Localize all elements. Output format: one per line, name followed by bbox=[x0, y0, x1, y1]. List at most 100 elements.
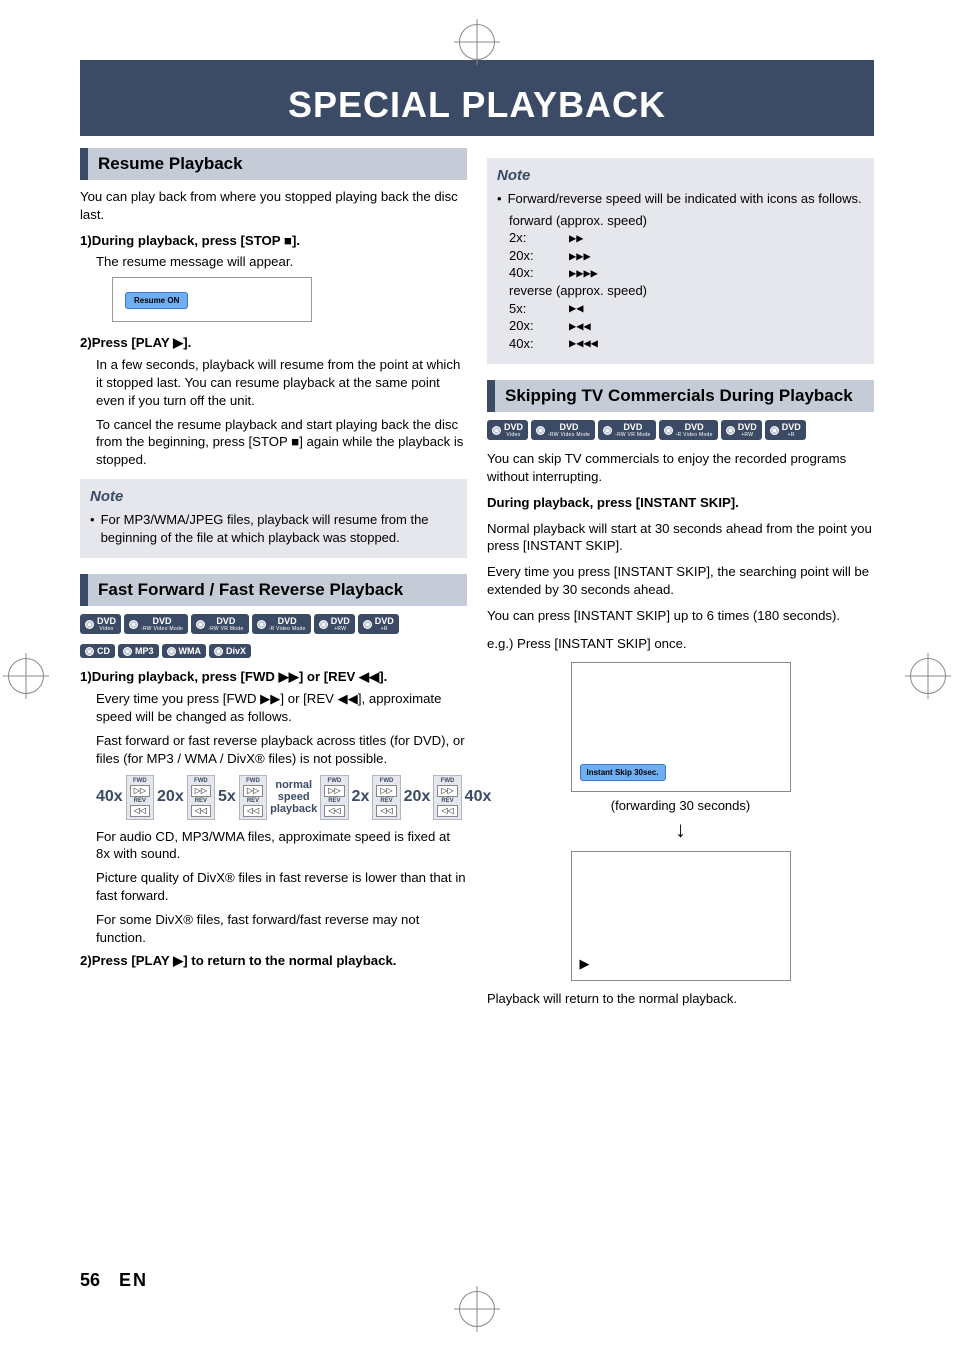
speed-value: 20x bbox=[404, 788, 431, 806]
badge-label: DivX bbox=[226, 647, 246, 656]
page-title: SPECIAL PLAYBACK bbox=[80, 78, 874, 136]
rev-label: REV bbox=[195, 798, 207, 804]
resume-osd-display: Resume ON bbox=[112, 277, 312, 322]
fwd-button-icon: ▷▷ bbox=[191, 785, 211, 797]
rev-button-icon: ◁◁ bbox=[130, 805, 150, 817]
media-badge: DVD-RW VR Mode bbox=[191, 614, 248, 634]
speed-indicator-row: 2x: ▶▶ bbox=[509, 229, 864, 247]
media-badge: WMA bbox=[162, 644, 207, 658]
speed-value: 20x bbox=[157, 788, 184, 806]
badge-label: DVD+RW bbox=[738, 423, 757, 438]
return-caption: Playback will return to the normal playb… bbox=[487, 991, 874, 1006]
badge-label: DVD+R bbox=[375, 617, 394, 632]
instant-skip-badge: Instant Skip 30sec. bbox=[580, 764, 666, 781]
speed-level-label: 40x: bbox=[509, 335, 551, 353]
fwd-button-icon: ▷▷ bbox=[324, 785, 344, 797]
reverse-speed-label: reverse (approx. speed) bbox=[509, 282, 864, 300]
speed-level-label: 5x: bbox=[509, 300, 551, 318]
media-badge: DVD+R bbox=[358, 614, 399, 634]
speed-value: 5x bbox=[218, 788, 236, 806]
rev-button-icon: ◁◁ bbox=[376, 805, 396, 817]
page-number: 56 bbox=[80, 1270, 100, 1290]
rev-label: REV bbox=[441, 798, 453, 804]
media-badge: DivX bbox=[209, 644, 251, 658]
fwd-button-icon: ▷▷ bbox=[437, 785, 457, 797]
forward-speed-label: forward (approx. speed) bbox=[509, 212, 864, 230]
disc-icon bbox=[726, 426, 735, 435]
media-badge: DVDVideo bbox=[487, 420, 528, 440]
fwd-rev-button-stack: FWD▷▷REV◁◁ bbox=[372, 775, 400, 819]
badge-label: DVD-R Video Mode bbox=[269, 617, 306, 632]
speed-indicator-row: 5x:▶◀ bbox=[509, 300, 864, 318]
badge-label: WMA bbox=[179, 647, 202, 656]
speed-arrows-icon: ▶◀◀ bbox=[569, 318, 591, 334]
speed-value: 2x bbox=[352, 788, 370, 806]
step-detail: In a few seconds, playback will resume f… bbox=[96, 356, 467, 409]
rev-button-icon: ◁◁ bbox=[243, 805, 263, 817]
resume-on-badge: Resume ON bbox=[125, 292, 188, 309]
step-detail: Every time you press [INSTANT SKIP], the… bbox=[487, 563, 874, 599]
section-skip-header: Skipping TV Commercials During Playback bbox=[487, 380, 874, 412]
note-title: Note bbox=[90, 487, 457, 507]
disc-icon bbox=[664, 426, 673, 435]
step-number: 1) bbox=[80, 232, 92, 250]
osd-screen-before: Instant Skip 30sec. bbox=[571, 662, 791, 792]
note-box: Note • Forward/reverse speed will be ind… bbox=[487, 158, 874, 364]
disc-icon bbox=[536, 426, 545, 435]
rev-label: REV bbox=[134, 798, 146, 804]
media-badge: DVD+R bbox=[765, 420, 806, 440]
disc-icon bbox=[319, 620, 328, 629]
disc-icon bbox=[770, 426, 779, 435]
down-arrow-icon: ↓ bbox=[487, 819, 874, 841]
media-badges-row: DVDVideo DVD-RW Video Mode DVD-RW VR Mode D… bbox=[80, 614, 467, 634]
fwd-label: FWD bbox=[194, 778, 208, 784]
page-language: EN bbox=[119, 1270, 148, 1290]
speed-indicator-row: 40x:▶◀◀◀ bbox=[509, 335, 864, 353]
media-badges-row: CD MP3 WMA DivX bbox=[80, 644, 467, 658]
badge-label: DVD+RW bbox=[331, 617, 350, 632]
badge-label: CD bbox=[97, 647, 110, 656]
media-badge: DVDVideo bbox=[80, 614, 121, 634]
badge-label: DVD-RW VR Mode bbox=[208, 617, 243, 632]
media-badge: DVD-R Video Mode bbox=[659, 420, 718, 440]
rev-label: REV bbox=[328, 798, 340, 804]
speed-level-label: 2x: bbox=[509, 229, 551, 247]
fwd-label: FWD bbox=[133, 778, 147, 784]
disc-icon bbox=[123, 647, 132, 656]
disc-icon bbox=[129, 620, 138, 629]
note-intro: Forward/reverse speed will be indicated … bbox=[508, 190, 864, 208]
speed-center-label: normalspeedplayback bbox=[270, 779, 317, 815]
disc-icon bbox=[85, 620, 94, 629]
fwd-button-icon: ▷▷ bbox=[130, 785, 150, 797]
speed-level-label: 20x: bbox=[509, 317, 551, 335]
badge-label: DVDVideo bbox=[97, 617, 116, 632]
fwd-rev-button-stack: FWD▷▷REV◁◁ bbox=[320, 775, 348, 819]
speed-indicator-row: 20x:▶▶▶ bbox=[509, 247, 864, 265]
section-resume-header: Resume Playback bbox=[80, 148, 467, 180]
speed-level-label: 40x: bbox=[509, 264, 551, 282]
crop-mark-icon bbox=[459, 24, 495, 60]
step-head: During playback, press [STOP ■]. bbox=[92, 232, 467, 250]
step-detail: Normal playback will start at 30 seconds… bbox=[487, 520, 874, 556]
speed-arrows-icon: ▶▶ bbox=[569, 230, 583, 246]
rev-label: REV bbox=[380, 798, 392, 804]
step-head: During playback, press [INSTANT SKIP]. bbox=[487, 494, 874, 512]
step-detail: For audio CD, MP3/WMA files, approximate… bbox=[96, 828, 467, 864]
step-detail: You can press [INSTANT SKIP] up to 6 tim… bbox=[487, 607, 874, 625]
speed-value: 40x bbox=[96, 788, 123, 806]
fwd-label: FWD bbox=[246, 778, 260, 784]
badge-label: MP3 bbox=[135, 647, 154, 656]
step-number: 2) bbox=[80, 952, 92, 970]
fwd-button-icon: ▷▷ bbox=[376, 785, 396, 797]
fwd-rev-button-stack: FWD▷▷REV◁◁ bbox=[239, 775, 267, 819]
fwd-button-icon: ▷▷ bbox=[243, 785, 263, 797]
disc-icon bbox=[214, 647, 223, 656]
badge-label: DVD-RW Video Mode bbox=[141, 617, 183, 632]
rev-button-icon: ◁◁ bbox=[324, 805, 344, 817]
badge-label: DVDVideo bbox=[504, 423, 523, 438]
step-number: 1) bbox=[80, 668, 92, 686]
badge-label: DVD+R bbox=[782, 423, 801, 438]
media-badge: DVD+RW bbox=[721, 420, 762, 440]
step-number: 2) bbox=[80, 334, 92, 352]
note-box: Note • For MP3/WMA/JPEG files, playback … bbox=[80, 479, 467, 558]
